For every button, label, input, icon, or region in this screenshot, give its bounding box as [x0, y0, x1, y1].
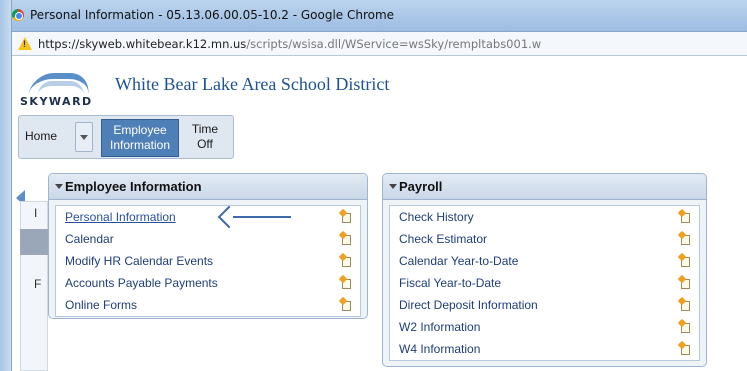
link-check-history[interactable]: Check History [399, 210, 474, 224]
nav-tab-employee-information[interactable]: Employee Information [101, 119, 179, 157]
main-nav: Home Employee Information Time Off [18, 115, 234, 159]
panel-header[interactable]: Payroll [383, 174, 706, 200]
sidebar-selected-block[interactable] [20, 229, 48, 255]
new-window-icon[interactable] [677, 208, 691, 223]
new-window-icon[interactable] [677, 296, 691, 311]
panel-header[interactable]: Employee Information [49, 174, 367, 200]
new-window-icon[interactable] [338, 296, 352, 311]
chrome-logo-icon [12, 9, 24, 21]
annotation-arrow-line [233, 216, 291, 218]
list-item[interactable]: Online Forms [56, 294, 360, 316]
logo-text: SKYWARD [20, 95, 93, 108]
window-title: Personal Information - 05.13.06.00.05-10… [30, 8, 395, 22]
logo-swoosh-secondary-icon [38, 81, 84, 95]
sidebar-letter-2: F [34, 277, 42, 291]
new-window-icon[interactable] [338, 230, 352, 245]
address-bar[interactable]: https://skyweb.whitebear.k12.mn.us/scrip… [12, 32, 747, 56]
link-direct-deposit-information[interactable]: Direct Deposit Information [399, 298, 538, 312]
nav-tab-employee-line1: Employee [113, 123, 167, 137]
collapse-caret-icon[interactable] [55, 184, 63, 189]
skyward-logo: SKYWARD [20, 67, 98, 113]
list-item[interactable]: Check Estimator [390, 228, 699, 250]
list-item[interactable]: Fiscal Year-to-Date [390, 272, 699, 294]
list-item[interactable]: Direct Deposit Information [390, 294, 699, 316]
link-check-estimator[interactable]: Check Estimator [399, 232, 487, 246]
panel-title: Payroll [399, 179, 443, 194]
new-window-icon[interactable] [338, 252, 352, 267]
employee-information-panel: Employee Information Personal Informatio… [48, 173, 368, 319]
new-window-icon[interactable] [677, 230, 691, 245]
link-accounts-payable-payments[interactable]: Accounts Payable Payments [65, 276, 218, 290]
employee-links-list: Personal Information Calendar Modify HR … [55, 205, 361, 317]
list-item[interactable]: Accounts Payable Payments [56, 272, 360, 294]
list-item[interactable]: Personal Information [56, 206, 360, 228]
list-item[interactable]: Check History [390, 206, 699, 228]
link-w4-information[interactable]: W4 Information [399, 342, 480, 356]
collapse-caret-icon[interactable] [389, 184, 397, 189]
nav-tab-employee-line2: Information [109, 138, 171, 152]
link-calendar[interactable]: Calendar [65, 232, 114, 246]
list-item[interactable]: Modify HR Calendar Events [56, 250, 360, 272]
payroll-panel: Payroll Check History Check Estimator Ca… [382, 173, 707, 367]
panel-title: Employee Information [65, 179, 202, 194]
list-item[interactable]: Calendar [56, 228, 360, 250]
nav-tab-time-line1: Time [191, 122, 219, 136]
new-window-icon[interactable] [338, 208, 352, 223]
url-text[interactable]: https://skyweb.whitebear.k12.mn.us/scrip… [38, 37, 541, 51]
new-window-icon[interactable] [677, 318, 691, 333]
list-item[interactable]: W4 Information [390, 338, 699, 360]
sidebar-letter-1: I [34, 206, 38, 220]
nav-tab-time-off[interactable]: Time Off [183, 119, 227, 157]
new-window-icon[interactable] [677, 340, 691, 355]
link-calendar-year-to-date[interactable]: Calendar Year-to-Date [399, 254, 518, 268]
link-online-forms[interactable]: Online Forms [65, 298, 137, 312]
new-window-icon[interactable] [677, 252, 691, 267]
url-path: /scripts/wsisa.dll/WService=wsSky/remplt… [246, 37, 542, 51]
link-modify-hr-calendar-events[interactable]: Modify HR Calendar Events [65, 254, 213, 268]
district-name: White Bear Lake Area School District [115, 74, 390, 94]
nav-tab-time-line2: Off [197, 137, 213, 151]
link-w2-information[interactable]: W2 Information [399, 320, 480, 334]
nav-dropdown-chevron-icon[interactable] [75, 122, 93, 152]
link-fiscal-year-to-date[interactable]: Fiscal Year-to-Date [399, 276, 501, 290]
new-window-icon[interactable] [677, 274, 691, 289]
window-frame-left [0, 0, 12, 371]
new-window-icon[interactable] [338, 274, 352, 289]
url-host: https://skyweb.whitebear.k12.mn.us [38, 37, 247, 51]
nav-home-button[interactable]: Home [25, 129, 57, 143]
list-item[interactable]: Calendar Year-to-Date [390, 250, 699, 272]
security-warning-icon[interactable] [18, 37, 32, 50]
window-titlebar: Personal Information - 05.13.06.00.05-10… [0, 0, 747, 32]
link-personal-information[interactable]: Personal Information [65, 210, 176, 224]
list-item[interactable]: W2 Information [390, 316, 699, 338]
payroll-links-list: Check History Check Estimator Calendar Y… [389, 205, 700, 361]
page-content: SKYWARD White Bear Lake Area School Dist… [12, 57, 747, 371]
